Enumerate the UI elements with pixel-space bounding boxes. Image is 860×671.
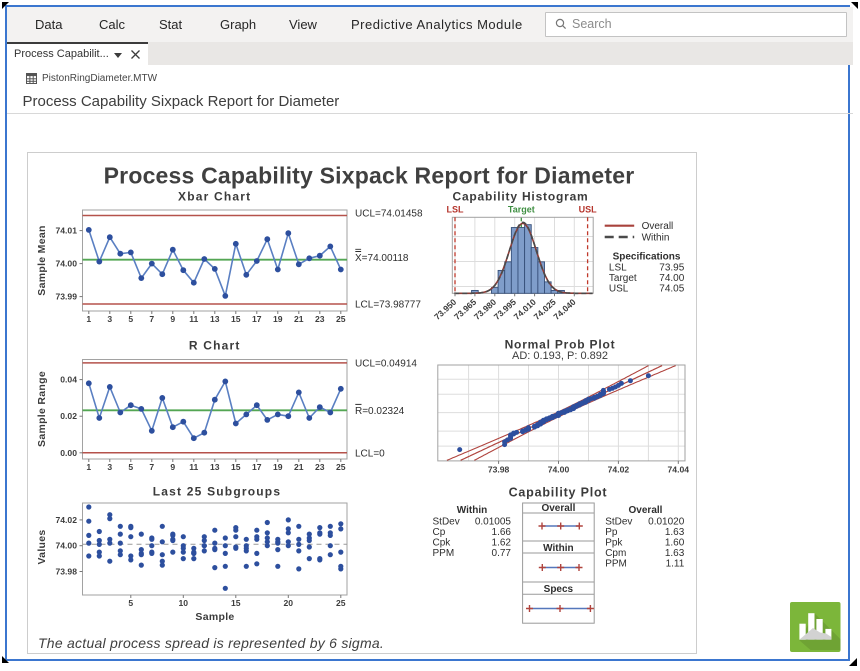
svg-text:74.04: 74.04 <box>668 464 690 474</box>
svg-text:0.01005: 0.01005 <box>475 517 512 528</box>
svg-text:Capability Histogram: Capability Histogram <box>452 190 588 204</box>
svg-text:9: 9 <box>170 462 175 472</box>
svg-text:7: 7 <box>149 462 154 472</box>
svg-text:Specs: Specs <box>544 584 574 595</box>
svg-text:20: 20 <box>284 598 294 608</box>
svg-text:25: 25 <box>336 314 346 324</box>
svg-text:74.01: 74.01 <box>55 226 77 236</box>
svg-text:15: 15 <box>231 598 241 608</box>
svg-text:73.98: 73.98 <box>488 464 510 474</box>
svg-text:The actual process spread is r: The actual process spread is represented… <box>38 635 384 651</box>
svg-text:USL: USL <box>579 205 598 215</box>
svg-text:X=74.00118: X=74.00118 <box>355 253 409 264</box>
svg-text:25: 25 <box>336 598 346 608</box>
svg-text:Ppk: Ppk <box>605 538 623 549</box>
svg-text:USL: USL <box>609 284 629 295</box>
svg-text:19: 19 <box>273 462 283 472</box>
svg-text:23: 23 <box>315 314 325 324</box>
svg-text:1.63: 1.63 <box>665 527 685 538</box>
svg-text:Overall: Overall <box>642 221 674 232</box>
svg-text:74.00: 74.00 <box>659 273 684 284</box>
svg-text:R=0.02324: R=0.02324 <box>355 406 405 417</box>
svg-text:1: 1 <box>86 314 91 324</box>
svg-text:13: 13 <box>210 314 220 324</box>
svg-text:LSL: LSL <box>447 205 465 215</box>
svg-text:1.60: 1.60 <box>665 538 685 549</box>
svg-text:StDev: StDev <box>605 517 632 528</box>
svg-text:Cp: Cp <box>433 527 446 538</box>
svg-text:21: 21 <box>294 314 304 324</box>
svg-text:Specifications: Specifications <box>613 252 681 263</box>
svg-text:74.040: 74.040 <box>551 297 577 322</box>
svg-text:74.02: 74.02 <box>55 515 77 525</box>
svg-text:Last 25 Subgroups: Last 25 Subgroups <box>153 484 281 498</box>
svg-text:0.00: 0.00 <box>60 448 77 458</box>
svg-text:Cpk: Cpk <box>433 538 452 549</box>
svg-text:74.05: 74.05 <box>659 284 684 295</box>
svg-text:Sample: Sample <box>195 611 234 623</box>
svg-text:21: 21 <box>294 462 304 472</box>
svg-text:StDev: StDev <box>433 517 460 528</box>
svg-text:UCL=74.01458: UCL=74.01458 <box>355 209 423 220</box>
svg-text:UCL=0.04914: UCL=0.04914 <box>355 359 417 370</box>
svg-text:Process Capability Sixpack Rep: Process Capability Sixpack Report for Di… <box>104 163 635 189</box>
svg-text:0.04: 0.04 <box>60 375 77 385</box>
svg-text:11: 11 <box>189 462 198 472</box>
svg-text:AD: 0.193, P: 0.892: AD: 0.193, P: 0.892 <box>512 350 608 362</box>
svg-text:Within: Within <box>457 505 487 516</box>
svg-text:0.01020: 0.01020 <box>648 517 685 528</box>
svg-text:0.77: 0.77 <box>492 548 512 559</box>
svg-text:3: 3 <box>107 462 112 472</box>
svg-text:0.02: 0.02 <box>60 411 77 421</box>
svg-text:LSL: LSL <box>609 263 627 274</box>
svg-text:1.63: 1.63 <box>665 548 685 559</box>
svg-text:1.66: 1.66 <box>492 527 512 538</box>
svg-text:Sample Range: Sample Range <box>36 371 48 447</box>
svg-text:74.02: 74.02 <box>608 464 630 474</box>
svg-text:Cpm: Cpm <box>605 548 626 559</box>
svg-text:R Chart: R Chart <box>189 338 241 352</box>
svg-text:Xbar Chart: Xbar Chart <box>178 190 251 204</box>
svg-text:Within: Within <box>543 543 573 554</box>
svg-text:5: 5 <box>128 314 133 324</box>
svg-text:19: 19 <box>273 314 283 324</box>
svg-text:Pp: Pp <box>605 527 618 538</box>
svg-text:5: 5 <box>128 462 133 472</box>
svg-text:73.95: 73.95 <box>659 263 684 274</box>
svg-text:11: 11 <box>189 314 198 324</box>
svg-text:Overall: Overall <box>541 503 575 514</box>
svg-text:Values: Values <box>36 529 48 564</box>
svg-text:7: 7 <box>149 314 154 324</box>
svg-text:17: 17 <box>252 462 262 472</box>
svg-text:13: 13 <box>210 462 220 472</box>
svg-text:3: 3 <box>107 314 112 324</box>
svg-text:1.62: 1.62 <box>492 538 512 549</box>
svg-text:Target: Target <box>609 273 637 284</box>
svg-text:LCL=73.98777: LCL=73.98777 <box>355 300 421 311</box>
svg-text:74.00: 74.00 <box>548 464 570 474</box>
svg-text:15: 15 <box>231 314 241 324</box>
svg-text:15: 15 <box>231 462 241 472</box>
svg-text:1.11: 1.11 <box>666 559 685 570</box>
svg-text:74.00: 74.00 <box>55 541 77 551</box>
svg-text:Sample Mean: Sample Mean <box>36 225 48 295</box>
svg-text:Capability Plot: Capability Plot <box>509 485 608 499</box>
svg-text:Overall: Overall <box>629 505 663 516</box>
svg-text:9: 9 <box>170 314 175 324</box>
svg-text:10: 10 <box>179 598 189 608</box>
svg-text:74.00: 74.00 <box>55 259 77 269</box>
svg-text:PPM: PPM <box>433 548 455 559</box>
svg-text:PPM: PPM <box>605 559 627 570</box>
svg-text:73.98: 73.98 <box>55 567 77 577</box>
svg-text:Target: Target <box>508 205 535 215</box>
svg-text:LCL=0: LCL=0 <box>355 448 385 459</box>
svg-text:17: 17 <box>252 314 262 324</box>
svg-text:1: 1 <box>86 462 91 472</box>
svg-text:73.99: 73.99 <box>55 292 77 302</box>
svg-text:25: 25 <box>336 462 346 472</box>
svg-text:5: 5 <box>128 598 133 608</box>
svg-text:23: 23 <box>315 462 325 472</box>
svg-text:Within: Within <box>642 233 670 244</box>
